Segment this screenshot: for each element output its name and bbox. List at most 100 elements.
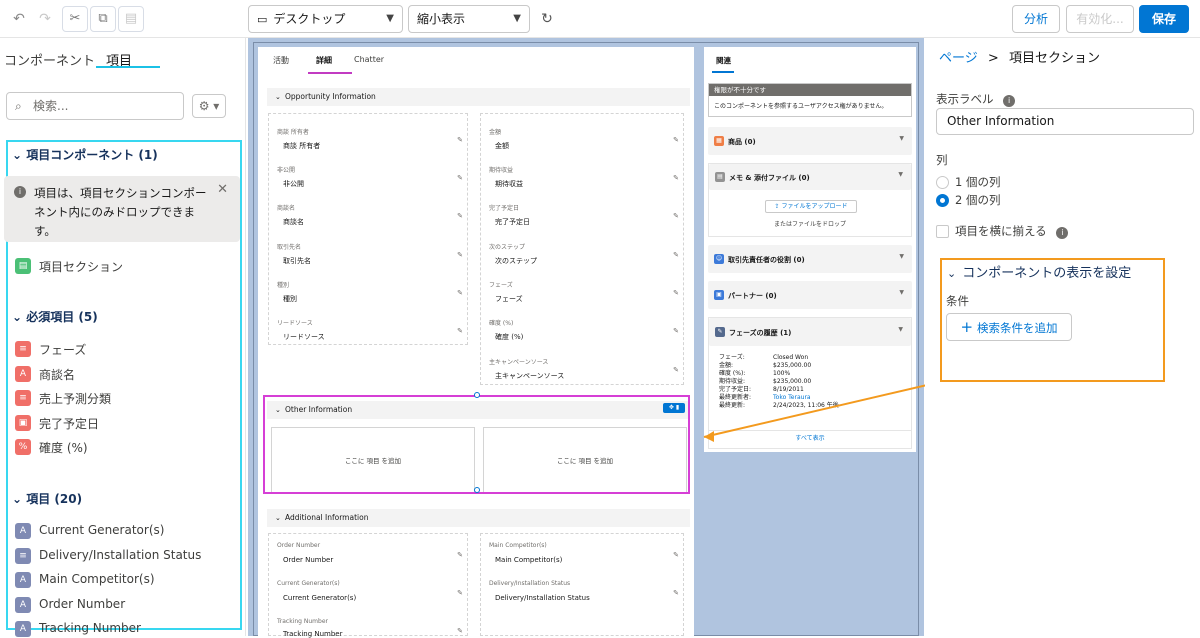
info-icon[interactable]: i	[1003, 95, 1016, 107]
device-select[interactable]: ▭ デスクトップ ▼	[248, 5, 403, 33]
info-icon[interactable]: i	[1056, 227, 1069, 239]
radio-icon[interactable]	[936, 176, 949, 189]
field-value[interactable]: Tracking Number	[283, 630, 343, 638]
breadcrumb-page[interactable]: ページ	[939, 51, 978, 66]
copy-icon[interactable]: ⧉	[90, 6, 116, 32]
calendar-icon: ▣	[15, 415, 31, 431]
refresh-icon[interactable]: ↻	[536, 8, 558, 30]
text-icon: A	[15, 366, 31, 382]
view-select[interactable]: 縮小表示 ▼	[408, 5, 530, 33]
undo-icon[interactable]: ↶	[8, 8, 30, 30]
pencil-icon[interactable]: ✎	[673, 174, 679, 182]
align-fields-checkbox[interactable]: 項目を横に揃える i	[936, 223, 1069, 239]
pencil-icon[interactable]: ✎	[457, 327, 463, 335]
radio-one-column[interactable]: 1 個の列	[936, 174, 1000, 190]
tab-related[interactable]: 関連	[716, 55, 731, 66]
pencil-icon[interactable]: ✎	[673, 251, 679, 259]
field-components-header[interactable]: ⌄ 項目コンポーネント (1)	[12, 146, 158, 163]
permission-message: 権限が不十分です このコンポーネントを参照するユーザアクセス権がありません。	[708, 83, 912, 117]
settings-button[interactable]: ⚙ ▾	[192, 94, 226, 118]
resize-handle[interactable]	[474, 487, 480, 493]
pencil-icon[interactable]: ✎	[673, 551, 679, 559]
field-value[interactable]: フェーズ	[495, 294, 523, 304]
pencil-icon[interactable]: ✎	[673, 289, 679, 297]
field-value[interactable]: 次のステップ	[495, 256, 537, 266]
field-label: 種別	[277, 282, 290, 289]
checkbox-icon[interactable]	[936, 225, 949, 238]
search-input[interactable]: ⌕ 検索...	[6, 92, 184, 120]
field-value[interactable]: 取引先名	[283, 256, 311, 266]
pencil-icon[interactable]: ✎	[673, 589, 679, 597]
chevron-down-icon[interactable]: ▼	[898, 326, 903, 333]
field-value[interactable]: 期待収益	[495, 179, 523, 189]
close-icon[interactable]: ✕	[217, 182, 228, 197]
pencil-icon[interactable]: ✎	[673, 327, 679, 335]
field-value[interactable]: Main Competitor(s)	[495, 556, 562, 564]
notes-header[interactable]: ▤ メモ & 添付ファイル (0) ▼	[709, 164, 911, 190]
pencil-icon[interactable]: ✎	[457, 136, 463, 144]
pencil-icon[interactable]: ✎	[673, 366, 679, 374]
chevron-down-icon[interactable]: ▼	[899, 253, 904, 260]
field-value[interactable]: 主キャンペーンソース	[495, 371, 564, 381]
record-detail-card: 活動 詳細 Chatter ⌄ Opportunity Information 商…	[258, 47, 694, 638]
field-value[interactable]: Current Generator(s)	[283, 594, 356, 602]
activate-button[interactable]: 有効化...	[1066, 5, 1134, 33]
radio-two-column[interactable]: 2 個の列	[936, 192, 1000, 208]
chevron-down-icon[interactable]: ▼	[899, 135, 904, 142]
redo-icon[interactable]: ↷	[34, 8, 56, 30]
selection-highlight	[263, 395, 690, 494]
pencil-icon[interactable]: ✎	[673, 212, 679, 220]
field-label: 商談 所有者	[277, 129, 309, 136]
upload-file-button[interactable]: ⇪ ファイルをアップロード	[765, 200, 857, 213]
tab-activity[interactable]: 活動	[273, 55, 289, 66]
field-value[interactable]: 金額	[495, 141, 509, 151]
section-header-additional[interactable]: ⌄ Additional Information	[267, 509, 690, 527]
label-input[interactable]: Other Information	[936, 108, 1194, 135]
save-button[interactable]: 保存	[1139, 5, 1189, 33]
paste-icon[interactable]: ▤	[118, 6, 144, 32]
related-list-partners[interactable]: ▣ パートナー (0) ▼	[708, 281, 912, 309]
cut-icon[interactable]: ✂	[62, 6, 88, 32]
tab-details[interactable]: 詳細	[316, 55, 332, 66]
pencil-icon[interactable]: ✎	[457, 289, 463, 297]
section-header-opportunity[interactable]: ⌄ Opportunity Information	[267, 88, 690, 106]
text-icon: A	[15, 597, 31, 613]
tab-components[interactable]: コンポーネント	[4, 50, 95, 69]
pencil-icon[interactable]: ✎	[457, 627, 463, 635]
required-fields-header[interactable]: ⌄ 必須項目 (5)	[12, 308, 98, 325]
field-value[interactable]: 商談 所有者	[283, 141, 320, 151]
add-filter-button[interactable]: + 検索条件を追加	[946, 313, 1072, 341]
table-row: 完了予定日: 8/19/2011	[719, 386, 804, 393]
field-column-left: 商談 所有者 商談 所有者 ✎ 非公開 非公開 ✎ 商談名 商談名 ✎ 取引先名…	[268, 113, 468, 345]
wrench-icon: ✎	[715, 327, 725, 337]
table-row: 確度 (%): 100%	[719, 370, 791, 377]
pencil-icon[interactable]: ✎	[457, 251, 463, 259]
related-list-contact-roles[interactable]: ☺ 取引先責任者の役割 (0) ▼	[708, 245, 912, 273]
pencil-icon[interactable]: ✎	[457, 212, 463, 220]
field-value[interactable]: Delivery/Installation Status	[495, 594, 590, 602]
chevron-down-icon: ▼	[386, 13, 394, 24]
analyze-button[interactable]: 分析	[1012, 5, 1060, 33]
pencil-icon[interactable]: ✎	[457, 551, 463, 559]
stage-history-header[interactable]: ✎ フェーズの履歴 (1) ▼	[709, 318, 911, 346]
fields-header[interactable]: ⌄ 項目 (20)	[12, 490, 82, 507]
columns-title: 列	[936, 153, 948, 167]
related-list-products[interactable]: ▦ 商品 (0) ▼	[708, 127, 912, 155]
pencil-icon[interactable]: ✎	[457, 174, 463, 182]
view-all-link[interactable]: すべて表示	[709, 430, 911, 447]
field-value[interactable]: 種別	[283, 294, 297, 304]
pencil-icon[interactable]: ✎	[457, 589, 463, 597]
field-value[interactable]: Order Number	[283, 556, 333, 564]
resize-handle[interactable]	[474, 392, 480, 398]
pencil-icon[interactable]: ✎	[673, 136, 679, 144]
tab-chatter[interactable]: Chatter	[354, 55, 384, 64]
field-value[interactable]: リードソース	[283, 332, 325, 342]
chevron-down-icon[interactable]: ▼	[899, 289, 904, 296]
visibility-header[interactable]: ⌄ コンポーネントの表示を設定	[947, 262, 1131, 281]
chevron-down-icon[interactable]: ▼	[898, 171, 903, 178]
field-value[interactable]: 非公開	[283, 179, 304, 189]
field-value[interactable]: 確度 (%)	[495, 332, 523, 342]
radio-selected-icon[interactable]	[936, 194, 949, 207]
field-value[interactable]: 完了予定日	[495, 217, 530, 227]
field-value[interactable]: 商談名	[283, 217, 304, 227]
